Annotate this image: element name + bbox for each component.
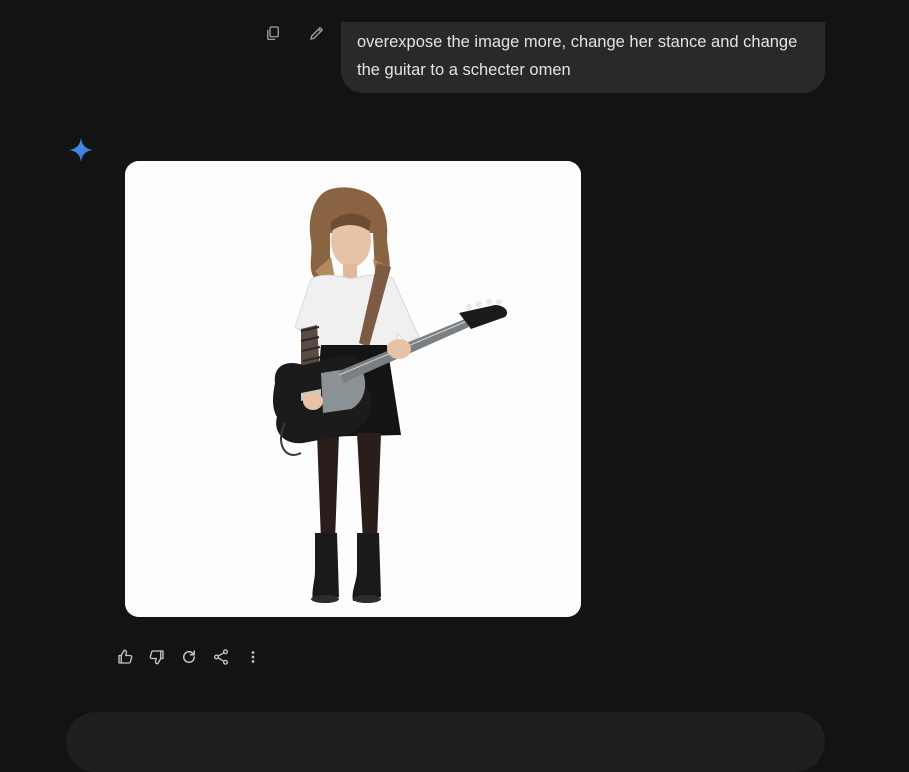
copy-button[interactable]	[262, 22, 284, 44]
edit-button[interactable]	[306, 22, 328, 44]
thumbs-down-icon	[149, 650, 164, 665]
user-message-bubble: overexpose the image more, change her st…	[341, 22, 825, 93]
girl-with-guitar-illustration	[125, 161, 581, 617]
regenerate-icon	[183, 650, 195, 663]
copy-icon	[267, 26, 279, 41]
share-icon	[213, 649, 229, 665]
generated-image[interactable]	[125, 161, 581, 617]
regenerate-button[interactable]	[178, 646, 200, 668]
thumbs-down-button[interactable]	[146, 646, 168, 668]
edit-icon	[310, 26, 324, 40]
more-vert-icon	[251, 651, 255, 663]
user-message-actions	[262, 22, 328, 44]
user-message-text: overexpose the image more, change her st…	[357, 33, 798, 79]
share-button[interactable]	[210, 646, 232, 668]
gemini-sparkle-icon	[68, 137, 94, 163]
response-actions	[114, 646, 264, 668]
prompt-input-bar[interactable]	[66, 712, 825, 772]
thumbs-up-button[interactable]	[114, 646, 136, 668]
more-options-button[interactable]	[242, 646, 264, 668]
thumbs-up-icon	[118, 649, 133, 664]
